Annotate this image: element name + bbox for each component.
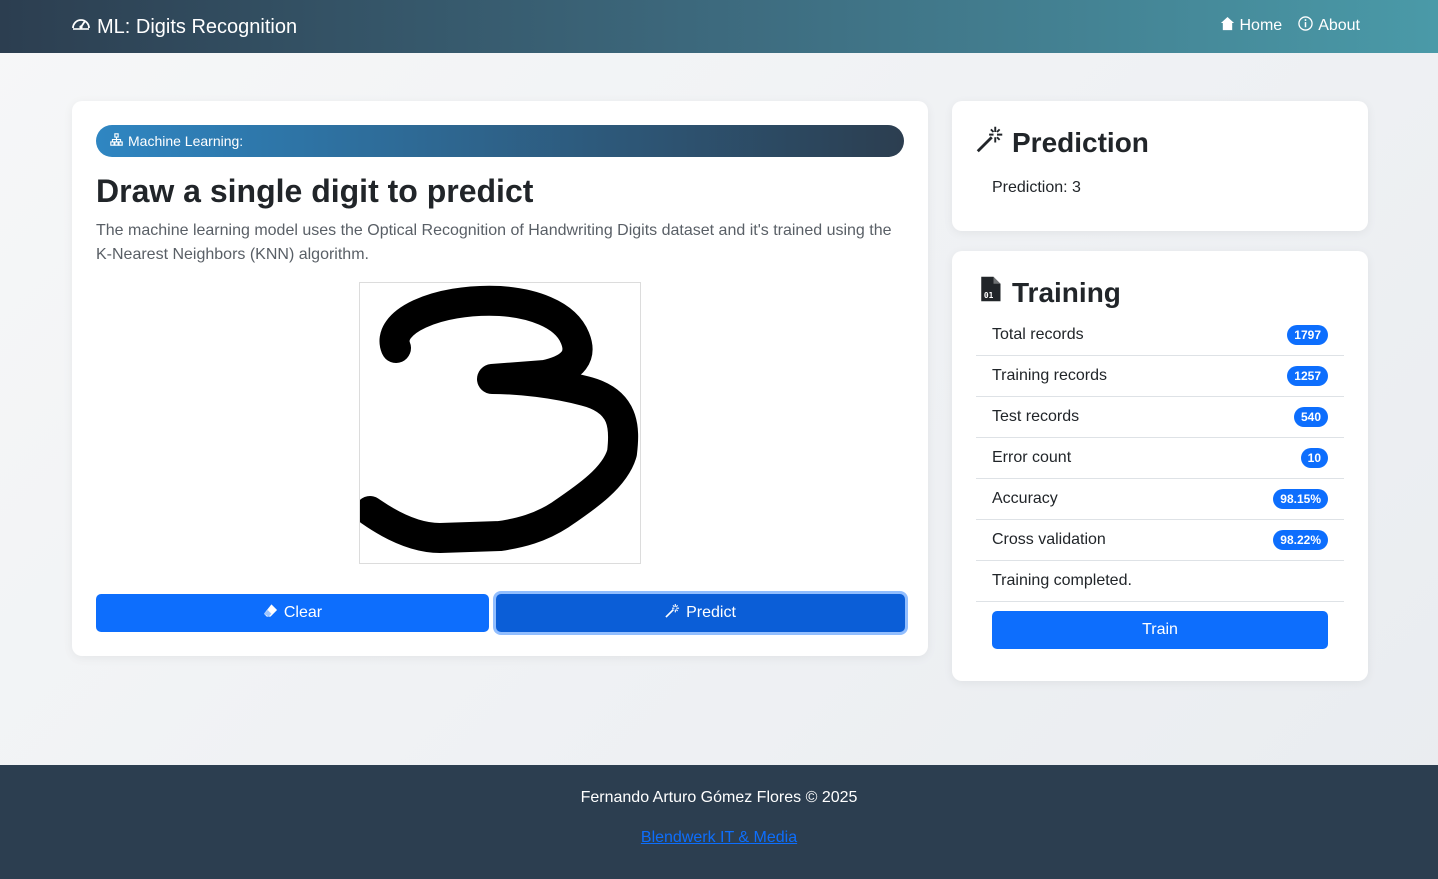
brand[interactable]: ML: Digits Recognition [71,14,297,40]
magic-wand-icon [665,603,680,623]
stat-label: Total records [992,326,1084,343]
navbar: ML: Digits Recognition Home About [0,0,1438,53]
drawn-digit [360,285,639,553]
clear-label: Clear [283,604,323,621]
speedometer-icon [71,14,91,40]
nav-home-label: Home [1239,17,1283,34]
stat-label: Accuracy [992,490,1058,507]
training-status: Training completed. [976,561,1344,602]
predict-button[interactable]: Predict [496,594,905,632]
train-label: Train [1142,621,1178,638]
brand-label: ML: Digits Recognition [97,15,298,38]
section-pill: Machine Learning: [96,125,904,157]
list-item-accuracy: Accuracy 98.15% [976,479,1344,520]
footer-copyright: Fernando Arturo Gómez Flores © 2025 [580,789,858,806]
prediction-result: Prediction: 3 [992,179,1081,196]
list-item-cross-validation: Cross validation 98.22% [976,520,1344,561]
page-title: Draw a single digit to predict [96,173,534,209]
prediction-title: Prediction [1012,126,1149,158]
drawing-card: Machine Learning: Draw a single digit to… [72,101,928,656]
stat-badge: 540 [1293,407,1328,427]
house-icon [1220,16,1235,36]
list-item-total-records: Total records 1797 [976,315,1344,356]
training-heading: 01 Training [976,275,1121,310]
page-description: The machine learning model uses the Opti… [96,222,892,263]
magic-wand-icon [976,125,1004,160]
predict-label: Predict [686,604,736,621]
list-item-error-count: Error count 10 [976,438,1344,479]
nav-about-label: About [1318,17,1360,34]
stat-label: Test records [992,408,1080,425]
drawing-canvas[interactable] [359,282,641,564]
clear-button[interactable]: Clear [96,594,489,632]
prediction-heading: Prediction [976,125,1149,160]
stat-badge: 10 [1300,448,1328,468]
eraser-icon [263,603,278,623]
stat-badge: 1797 [1287,325,1328,345]
stat-label: Training records [992,367,1108,384]
nav-home-link[interactable]: Home [1220,16,1283,36]
list-item-test-records: Test records 540 [976,397,1344,438]
svg-text:01: 01 [984,291,994,300]
info-circle-icon [1298,16,1313,36]
training-stats-list: Total records 1797 Training records 1257… [976,315,1344,602]
train-button[interactable]: Train [992,611,1328,649]
list-item-training-records: Training records 1257 [976,356,1344,397]
diagram-icon [110,133,123,149]
training-card: 01 Training Total records 1797 Training … [952,251,1368,681]
stat-badge: 1257 [1287,366,1328,386]
stat-badge: 98.15% [1273,489,1328,509]
stat-label: Error count [992,449,1072,466]
status-text: Training completed. [992,572,1132,589]
binary-file-icon: 01 [976,275,1004,310]
footer: Fernando Arturo Gómez Flores © 2025 Blen… [0,765,1438,879]
stat-badge: 98.22% [1273,530,1328,550]
pill-label: Machine Learning: [128,133,244,149]
prediction-card: Prediction Prediction: 3 [952,101,1368,231]
footer-link[interactable]: Blendwerk IT & Media [0,829,1438,847]
nav-about-link[interactable]: About [1298,16,1360,36]
stat-label: Cross validation [992,531,1106,548]
training-title: Training [1012,276,1121,308]
